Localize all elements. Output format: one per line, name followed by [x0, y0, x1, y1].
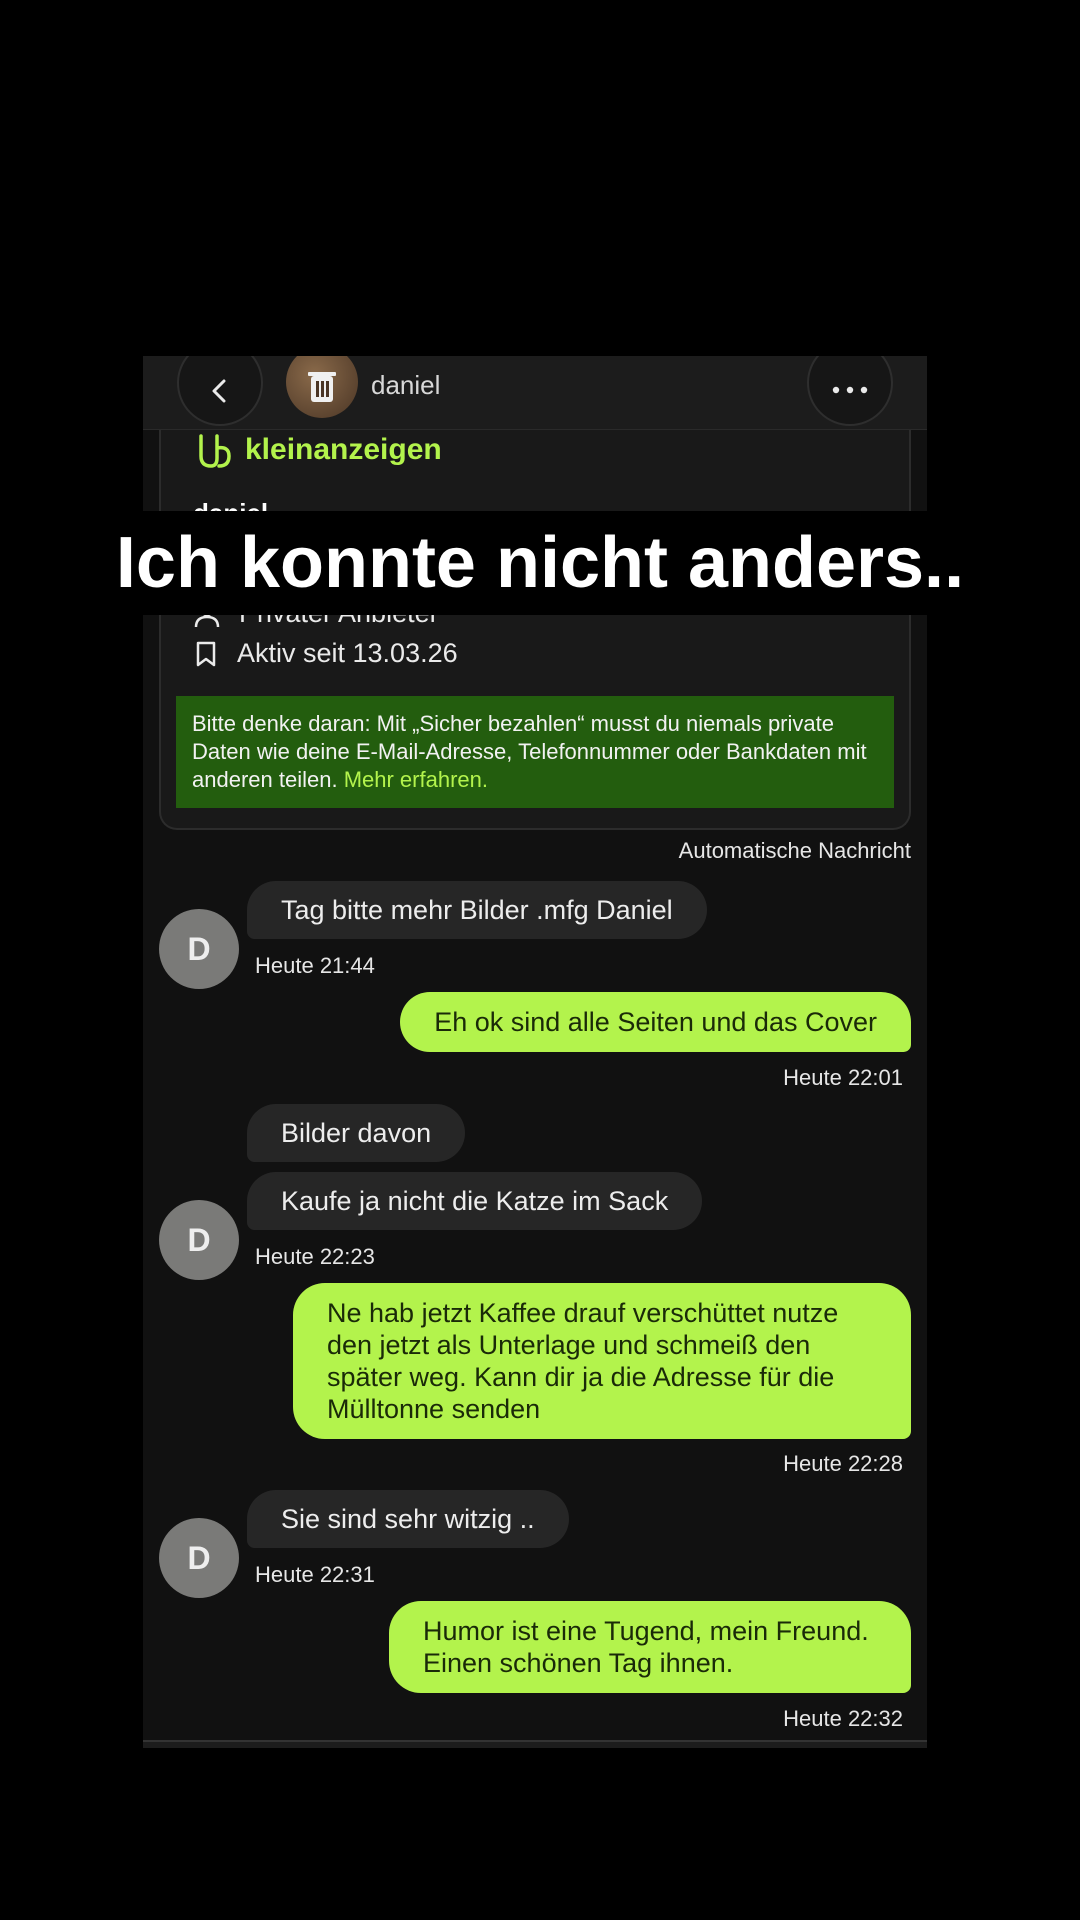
avatar[interactable]: D [159, 1200, 239, 1280]
incoming-message[interactable]: Bilder davon [247, 1104, 466, 1162]
overlay-caption: Ich konnte nicht anders.. [115, 523, 965, 603]
notice-text: Bitte denke daran: Mit „Sicher bezahlen“… [192, 711, 867, 792]
message-timestamp: Heute 22:32 [783, 1706, 903, 1731]
safety-notice: Bitte denke daran: Mit „Sicher bezahlen“… [176, 696, 894, 808]
incoming-message[interactable]: Tag bitte mehr Bilder .mfg Daniel [247, 881, 707, 939]
bottom-divider [143, 1740, 927, 1748]
bookmark-icon [196, 641, 216, 666]
chat-header: daniel [143, 356, 927, 430]
automatic-message-label: Automatische Nachricht [678, 838, 911, 863]
brand-name: kleinanzeigen [245, 433, 442, 466]
message-timestamp: Heute 22:31 [255, 1562, 375, 1587]
contact-name: daniel [371, 370, 441, 400]
message-timestamp: Heute 22:01 [783, 1065, 903, 1090]
active-since: Aktiv seit 13.03.26 [237, 638, 458, 668]
listing-thumbnail[interactable] [286, 356, 358, 418]
learn-more-link[interactable]: Mehr erfahren. [344, 767, 488, 792]
avatar[interactable]: D [159, 909, 239, 989]
chevron-left-icon [212, 379, 226, 403]
message-timestamp: Heute 22:28 [783, 1451, 903, 1476]
incoming-message[interactable]: Kaufe ja nicht die Katze im Sack [247, 1172, 703, 1230]
outgoing-message[interactable]: Humor ist eine Tugend, mein Freund. Eine… [389, 1601, 911, 1693]
more-dots-icon [832, 386, 868, 394]
listing-card[interactable]: kleinanzeigen daniel Privater Anbieter A… [159, 430, 911, 830]
message-timestamp: Heute 22:23 [255, 1244, 375, 1269]
message-timestamp: Heute 21:44 [255, 953, 375, 978]
avatar[interactable]: D [159, 1518, 239, 1598]
back-button[interactable] [177, 356, 263, 426]
active-since-row: Aktiv seit 13.03.26 [193, 638, 458, 669]
brand-logo: kleinanzeigen [195, 430, 442, 470]
incoming-message[interactable]: Sie sind sehr witzig .. [247, 1490, 569, 1548]
trash-bin-icon [308, 372, 336, 402]
outgoing-message[interactable]: Ne hab jetzt Kaffee drauf verschüttet nu… [293, 1283, 911, 1439]
more-options-button[interactable] [807, 356, 893, 426]
kleinanzeigen-logo-icon [199, 434, 231, 468]
outgoing-message[interactable]: Eh ok sind alle Seiten und das Cover [400, 992, 911, 1052]
